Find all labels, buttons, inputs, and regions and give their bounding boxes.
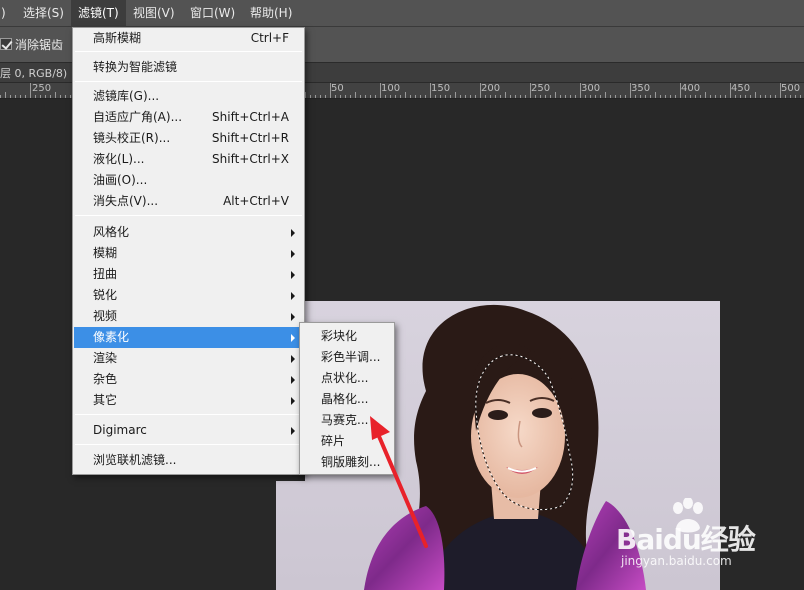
menu-view[interactable]: 视图(V) [126,0,182,27]
menu-separator [75,215,302,216]
ruler-label: 350 [631,83,651,94]
menu-item-stylize[interactable]: 风格化 [74,222,303,243]
submenu-item-facet[interactable]: 彩块化 [301,326,393,347]
menu-item-shortcut: Alt+Ctrl+V [223,194,289,208]
submenu-arrow-icon [291,229,295,237]
menu-item-noise[interactable]: 杂色 [74,369,303,390]
menu-item-label: 自适应广角(A)... [93,110,183,124]
submenu-arrow-icon [291,355,295,363]
menu-window[interactable]: 窗口(W) [183,0,242,27]
menu-item-label: 消失点(V)... [93,194,159,208]
menu-item-adaptive-wide-angle[interactable]: 自适应广角(A)... Shift+Ctrl+A [74,107,303,128]
antialias-checkbox[interactable] [0,38,12,50]
menu-item-render[interactable]: 渲染 [74,348,303,369]
menu-item-label: 油画(O)... [93,173,148,187]
ruler-label: 450 [731,83,751,94]
menu-item-label: 转换为智能滤镜 [93,60,178,74]
menu-item-blur[interactable]: 模糊 [74,243,303,264]
menu-item-label: 风格化 [93,225,130,239]
menu-item-browse-online[interactable]: 浏览联机滤镜... [74,450,303,471]
document-tab-title: 层 0, RGB/8) [0,67,68,80]
menu-item-sharpen[interactable]: 锐化 [74,285,303,306]
menu-item-shortcut: Shift+Ctrl+R [211,131,289,145]
menu-separator [75,414,302,415]
menu-item-shortcut: Shift+Ctrl+X [212,152,289,166]
menu-item-digimarc[interactable]: Digimarc [74,420,303,441]
menu-item-lens-correction[interactable]: 镜头校正(R)... Shift+Ctrl+R [74,128,303,149]
menu-item-label: Digimarc [93,423,147,437]
annotation-arrow-icon [370,416,428,548]
ruler-label: 250 [531,83,551,94]
menu-item-convert-smart-filter[interactable]: 转换为智能滤镜 [74,57,303,78]
menu-item-filter-gallery[interactable]: 滤镜库(G)... [74,86,303,107]
menu-help[interactable]: 帮助(H) [243,0,299,27]
menu-item-label: 像素化 [93,330,130,344]
menu-image[interactable]: ) [0,0,13,27]
menu-filter[interactable]: 滤镜(T) [71,0,126,27]
menu-item-shortcut: Ctrl+F [250,31,289,45]
menu-item-video[interactable]: 视频 [74,306,303,327]
watermark-url: jingyan.baidu.com [621,554,732,568]
submenu-item-pointillize[interactable]: 点状化... [301,368,393,389]
menu-item-label: 渲染 [93,351,118,365]
menu-item-distort[interactable]: 扭曲 [74,264,303,285]
ruler-label: 100 [381,83,401,94]
menu-item-label: 扭曲 [93,267,118,281]
menu-bar: ) 选择(S) 滤镜(T) 视图(V) 窗口(W) 帮助(H) [0,0,804,27]
submenu-arrow-icon [291,271,295,279]
menu-item-liquify[interactable]: 液化(L)... Shift+Ctrl+X [74,149,303,170]
menu-item-label: 滤镜库(G)... [93,89,160,103]
menu-item-pixelate[interactable]: 像素化 [74,327,303,348]
submenu-arrow-icon [291,427,295,435]
ruler-label: 300 [581,83,601,94]
submenu-item-color-halftone[interactable]: 彩色半调... [301,347,393,368]
menu-select[interactable]: 选择(S) [16,0,71,27]
menu-item-label: 锐化 [93,288,118,302]
ruler-label: 150 [431,83,451,94]
baidu-watermark: Baidu经验 jingyan.baidu.com [616,492,804,590]
menu-separator [75,81,302,82]
antialias-label: 消除锯齿 [15,38,64,52]
menu-item-label: 高斯模糊 [93,31,142,45]
menu-item-label: 视频 [93,309,118,323]
ruler-label: 50 [331,83,344,94]
submenu-item-label: 碎片 [321,434,346,448]
menu-item-label: 镜头校正(R)... [93,131,171,145]
menu-item-last-filter[interactable]: 高斯模糊 Ctrl+F [74,28,303,49]
menu-item-label: 模糊 [93,246,118,260]
menu-item-label: 浏览联机滤镜... [93,453,177,467]
menu-item-label: 液化(L)... [93,152,145,166]
submenu-item-label: 彩色半调... [321,350,381,364]
submenu-arrow-icon [291,250,295,258]
ruler-label: 400 [681,83,701,94]
menu-separator [75,51,302,52]
menu-item-oil-paint[interactable]: 油画(O)... [74,170,303,191]
menu-item-vanishing-point[interactable]: 消失点(V)... Alt+Ctrl+V [74,191,303,212]
menu-separator [75,444,302,445]
filter-menu: 高斯模糊 Ctrl+F 转换为智能滤镜 滤镜库(G)... 自适应广角(A)..… [72,27,305,475]
menu-item-label: 其它 [93,393,118,407]
menu-item-other[interactable]: 其它 [74,390,303,411]
submenu-arrow-icon [291,397,295,405]
submenu-item-label: 彩块化 [321,329,358,343]
submenu-arrow-icon [291,376,295,384]
ruler-label: 500 [781,83,801,94]
submenu-item-label: 晶格化... [321,392,369,406]
ruler-label: 250 [32,83,52,94]
ruler-label: 200 [481,83,501,94]
submenu-arrow-icon [291,292,295,300]
watermark-brand: Baidu经验 [616,523,756,556]
menu-item-shortcut: Shift+Ctrl+A [212,110,289,124]
submenu-item-label: 点状化... [321,371,369,385]
submenu-arrow-icon [291,334,295,342]
menu-item-label: 杂色 [93,372,118,386]
submenu-item-crystallize[interactable]: 晶格化... [301,389,393,410]
submenu-arrow-icon [291,313,295,321]
